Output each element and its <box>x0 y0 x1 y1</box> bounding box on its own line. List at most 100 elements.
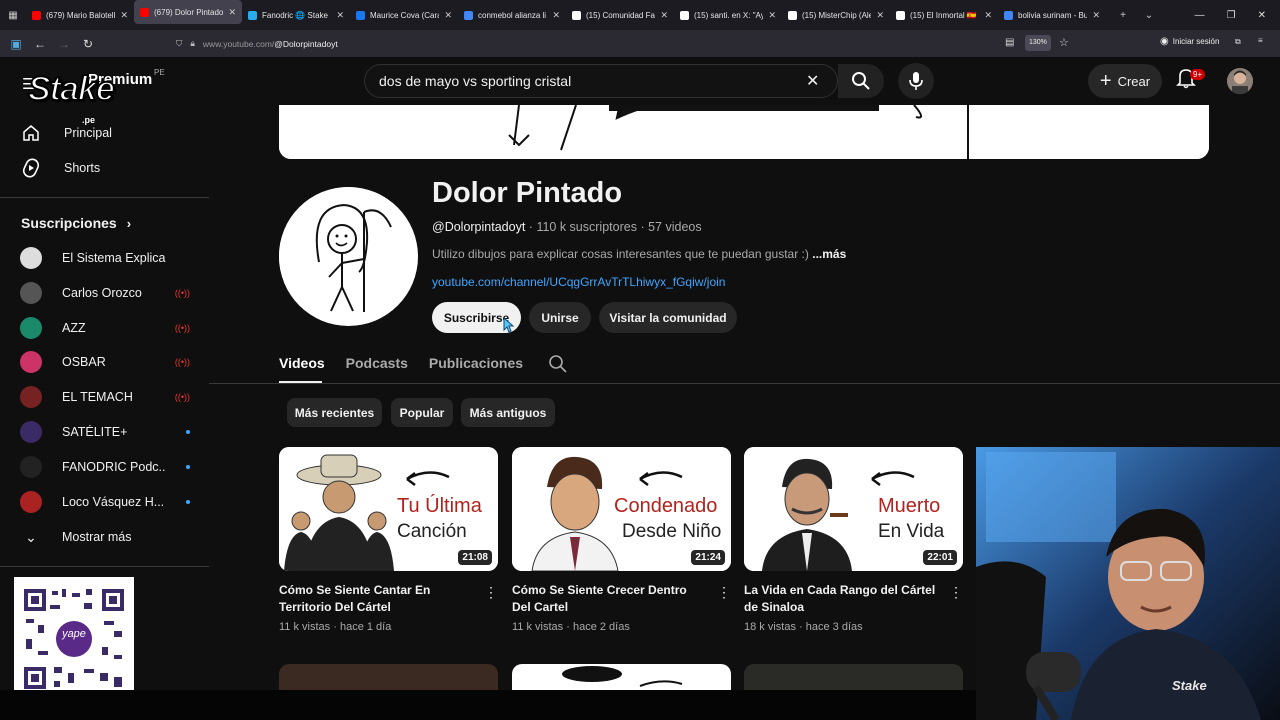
chevron-down-icon: ⌄ <box>25 528 37 545</box>
thumbnail-caption: Desde Niño <box>622 521 722 542</box>
signin-button[interactable]: ◉ Iniciar sesión <box>1160 36 1219 47</box>
subscription-item[interactable]: Loco Vásquez H... <box>20 489 190 515</box>
menu-icon[interactable]: ≡ <box>1258 36 1263 45</box>
extensions-icon[interactable]: ⧉ <box>1235 37 1241 47</box>
video-thumbnail[interactable]: Tu Última Canción 21:08 <box>279 447 498 571</box>
browser-tab[interactable]: (15) El Inmortal 🇪🇸 ✕ <box>890 0 998 30</box>
browser-tab[interactable]: (679) Mario Balotelli ✕ <box>26 0 134 30</box>
search-icon <box>852 72 870 90</box>
video-thumbnail-row2[interactable] <box>744 664 963 690</box>
forward-button[interactable]: → <box>52 37 76 51</box>
user-avatar[interactable] <box>1227 68 1253 94</box>
logo-region: PE <box>154 68 165 77</box>
close-tab-icon[interactable]: ✕ <box>660 10 668 21</box>
sidebar: ☰ Premium PE Stake .pe Principal Shorts … <box>0 57 209 720</box>
channel-description[interactable]: Utilizo dibujos para explicar cosas inte… <box>432 247 846 261</box>
search-input[interactable]: dos de mayo vs sporting cristal <box>364 64 838 98</box>
sidebar-item-shorts[interactable]: Shorts <box>20 154 200 182</box>
subscription-item[interactable]: Carlos Orozco ((•)) <box>20 280 190 306</box>
subscription-item[interactable]: FANODRIC Podc... <box>20 454 190 480</box>
join-button[interactable]: Unirse <box>529 302 591 333</box>
video-card[interactable]: Muerto En Vida 22:01 La Vida en Cada Ran… <box>744 447 963 633</box>
video-thumbnail-row2[interactable] <box>512 664 731 690</box>
sidebar-item-principal[interactable]: Principal <box>20 119 200 147</box>
restore-icon[interactable]: ❐ <box>1227 10 1236 21</box>
more-options-icon[interactable]: ⋮ <box>717 584 731 601</box>
back-button[interactable]: ← <box>28 37 52 51</box>
close-tab-icon[interactable]: ✕ <box>444 10 452 21</box>
tab-podcasts[interactable]: Podcasts <box>346 355 408 374</box>
browser-tab[interactable]: (15) santi. en X: "Ay ✕ <box>674 0 782 30</box>
create-button[interactable]: + Crear <box>1088 64 1162 98</box>
close-tab-icon[interactable]: ✕ <box>120 10 128 21</box>
channel-avatar-icon <box>20 281 42 304</box>
tab-overflow-icon[interactable]: ⌄ <box>1136 10 1162 21</box>
show-more-button[interactable]: ⌄ Mostrar más <box>20 524 190 550</box>
subscription-item[interactable]: EL TEMACH ((•)) <box>20 384 190 410</box>
reload-button[interactable]: ↻ <box>76 37 100 51</box>
search-button[interactable] <box>838 64 884 98</box>
video-card[interactable]: Tu Última Canción 21:08 Cómo Se Siente C… <box>279 447 498 633</box>
favicon-icon <box>896 10 905 20</box>
subscription-item[interactable]: SATÉLITE+ <box>20 419 190 445</box>
subscriptions-heading[interactable]: Suscripciones › <box>21 215 131 231</box>
channel-meta: @Dolorpintadoyt · 110 k suscriptores · 5… <box>432 220 702 234</box>
minimize-icon[interactable]: — <box>1195 10 1205 21</box>
close-tab-icon[interactable]: ✕ <box>768 10 776 21</box>
search-icon[interactable] <box>548 354 568 374</box>
chip-oldest[interactable]: Más antiguos <box>461 398 555 427</box>
video-thumbnail[interactable]: Condenado Desde Niño 21:24 <box>512 447 731 571</box>
new-tab-button[interactable]: + <box>1110 10 1136 21</box>
close-window-icon[interactable]: ✕ <box>1258 10 1266 21</box>
browser-tab[interactable]: bolivia surinam - Bu ✕ <box>998 0 1106 30</box>
browser-tab-title: (15) santi. en X: "Ay <box>694 10 764 20</box>
clear-search-icon[interactable]: ✕ <box>806 71 819 91</box>
browser-tab-title: Maurice Cova (Cara <box>370 10 440 20</box>
channel-avatar[interactable] <box>279 187 418 326</box>
video-duration: 21:24 <box>691 550 725 565</box>
tab-videos[interactable]: Videos <box>279 355 325 374</box>
video-title[interactable]: Cómo Se Siente Crecer Dentro Del Cartel <box>512 582 708 616</box>
browser-tab[interactable]: (679) Dolor Pintado ✕ <box>134 0 242 24</box>
browser-tab-title: (679) Dolor Pintado <box>154 7 224 17</box>
browser-tab[interactable]: (15) Comunidad Fa ✕ <box>566 0 674 30</box>
subscription-item[interactable]: AZZ ((•)) <box>20 315 190 341</box>
subscription-item[interactable]: OSBAR ((•)) <box>20 349 190 375</box>
browser-tab-strip: ▦ (679) Mario Balotelli ✕ (679) Dolor Pint… <box>0 0 1280 30</box>
favicon-icon <box>572 10 581 20</box>
sidebar-toggle-icon[interactable]: ▣ <box>4 37 28 51</box>
reader-icon[interactable]: ▤ <box>1005 37 1014 48</box>
bookmark-star-icon[interactable]: ☆ <box>1059 36 1069 49</box>
more-options-icon[interactable]: ⋮ <box>949 584 963 601</box>
more-options-icon[interactable]: ⋮ <box>484 584 498 601</box>
channel-avatar-icon <box>20 316 42 339</box>
browser-tab[interactable]: Fanodric 🌐 Stake ✕ <box>242 0 350 30</box>
browser-tab[interactable]: conmebol alianza li ✕ <box>458 0 566 30</box>
browser-tab[interactable]: (15) MisterChip (Ale ✕ <box>782 0 890 30</box>
chip-recent[interactable]: Más recientes <box>287 398 382 427</box>
close-tab-icon[interactable]: ✕ <box>552 10 560 21</box>
microphone-icon <box>909 72 923 90</box>
video-title[interactable]: Cómo Se Siente Cantar En Territorio Del … <box>279 582 475 616</box>
tab-publicaciones[interactable]: Publicaciones <box>429 355 523 374</box>
video-card[interactable]: Condenado Desde Niño 21:24 Cómo Se Sient… <box>512 447 731 633</box>
video-thumbnail[interactable]: Muerto En Vida 22:01 <box>744 447 963 571</box>
voice-search-button[interactable] <box>898 63 934 99</box>
close-tab-icon[interactable]: ✕ <box>1092 10 1100 21</box>
description-more[interactable]: ...más <box>812 247 846 261</box>
close-tab-icon[interactable]: ✕ <box>336 10 344 21</box>
video-thumbnail-row2[interactable] <box>279 664 498 690</box>
close-tab-icon[interactable]: ✕ <box>228 7 236 18</box>
zoom-indicator[interactable]: 130% <box>1025 35 1051 51</box>
subscription-item[interactable]: El Sistema Explica <box>20 245 190 271</box>
close-tab-icon[interactable]: ✕ <box>876 10 884 21</box>
tab-list-icon[interactable]: ▦ <box>0 10 26 21</box>
channel-link[interactable]: youtube.com/channel/UCqgGrrAvTrTLhiwyx_f… <box>432 275 725 289</box>
close-tab-icon[interactable]: ✕ <box>984 10 992 21</box>
video-count: 57 videos <box>648 220 702 234</box>
chip-popular[interactable]: Popular <box>391 398 453 427</box>
url-bar[interactable]: ⛉ 🔒︎ www.youtube.com/@Dolorpintadoyt <box>176 33 1080 54</box>
video-title[interactable]: La Vida en Cada Rango del Cártel de Sina… <box>744 582 940 616</box>
browser-tab[interactable]: Maurice Cova (Cara ✕ <box>350 0 458 30</box>
community-button[interactable]: Visitar la comunidad <box>599 302 737 333</box>
